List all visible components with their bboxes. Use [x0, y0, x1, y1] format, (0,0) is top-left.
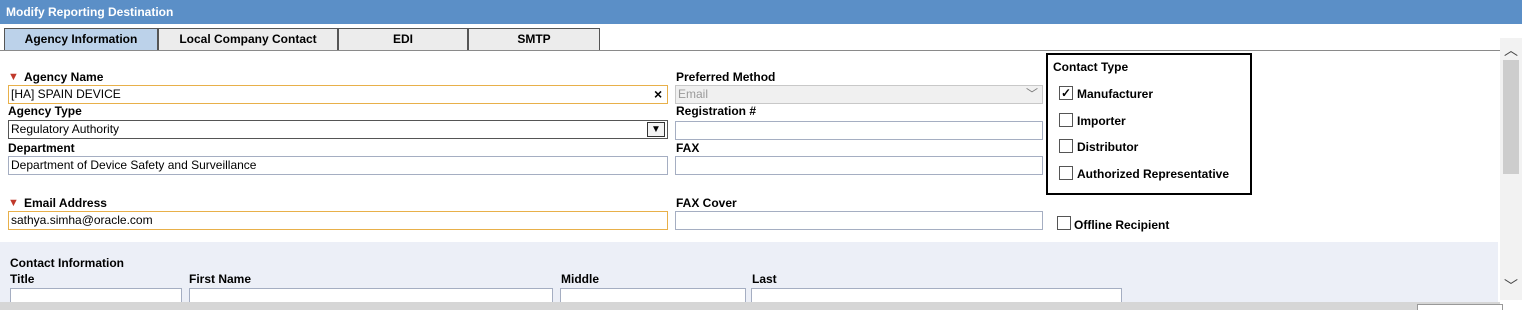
scroll-down-icon[interactable]: ﹀ — [1503, 276, 1519, 296]
agency-name-input[interactable]: [HA] SPAIN DEVICE — [8, 85, 668, 104]
last-label: Last — [752, 272, 777, 286]
importer-label: Importer — [1077, 114, 1126, 128]
required-flag-icon: ▼ — [8, 71, 19, 83]
footer-button[interactable] — [1417, 304, 1503, 310]
title-label: Title — [10, 272, 35, 286]
tab-local-company-contact[interactable]: Local Company Contact — [158, 28, 338, 50]
clear-x-icon[interactable]: × — [654, 85, 662, 104]
chevron-down-icon[interactable]: ﹀ — [1026, 85, 1038, 104]
title-input[interactable] — [10, 288, 182, 303]
department-label: Department — [8, 141, 75, 155]
tab-edi[interactable]: EDI — [338, 28, 468, 50]
authorized-representative-checkbox[interactable] — [1059, 166, 1073, 180]
agency-type-select[interactable]: Regulatory Authority — [8, 120, 668, 139]
last-input[interactable] — [751, 288, 1122, 303]
middle-input[interactable] — [560, 288, 746, 303]
required-flag-icon: ▼ — [8, 197, 19, 209]
window-title: Modify Reporting Destination — [0, 0, 1522, 24]
preferred-method-select[interactable]: Email — [675, 85, 1043, 104]
email-label: Email Address — [24, 196, 107, 210]
manufacturer-label: Manufacturer — [1077, 87, 1154, 101]
fax-input[interactable] — [675, 156, 1043, 175]
fax-cover-input[interactable] — [675, 211, 1043, 230]
scrollbar-thumb[interactable] — [1503, 60, 1519, 174]
tab-agency-information[interactable]: Agency Information — [4, 28, 158, 50]
tab-divider — [0, 50, 1500, 51]
middle-label: Middle — [561, 272, 599, 286]
distributor-label: Distributor — [1077, 140, 1139, 154]
agency-name-label: Agency Name — [24, 70, 104, 84]
scroll-up-icon[interactable]: ︿ — [1503, 40, 1519, 60]
distributor-checkbox[interactable] — [1059, 139, 1073, 153]
fax-label: FAX — [676, 141, 700, 155]
agency-type-label: Agency Type — [8, 104, 82, 118]
chevron-down-icon[interactable]: ▼ — [647, 122, 665, 137]
preferred-method-label: Preferred Method — [676, 70, 776, 84]
email-input[interactable]: sathya.simha@oracle.com — [8, 211, 668, 230]
tab-smtp[interactable]: SMTP — [468, 28, 600, 50]
department-input[interactable]: Department of Device Safety and Surveill… — [8, 156, 668, 175]
importer-checkbox[interactable] — [1059, 113, 1073, 127]
first-name-label: First Name — [189, 272, 252, 286]
contact-information-title: Contact Information — [10, 256, 124, 270]
registration-label: Registration # — [676, 104, 757, 118]
first-name-input[interactable] — [189, 288, 553, 303]
authorized-representative-label: Authorized Representative — [1077, 167, 1230, 181]
offline-recipient-label: Offline Recipient — [1074, 218, 1170, 232]
checkmark-icon: ✓ — [1060, 86, 1072, 100]
contact-type-title: Contact Type — [1053, 60, 1129, 74]
registration-input[interactable] — [675, 121, 1043, 140]
fax-cover-label: FAX Cover — [676, 196, 737, 210]
manufacturer-checkbox[interactable]: ✓ — [1059, 86, 1073, 100]
horizontal-scrollbar[interactable] — [0, 302, 1500, 310]
offline-recipient-checkbox[interactable] — [1057, 216, 1071, 230]
